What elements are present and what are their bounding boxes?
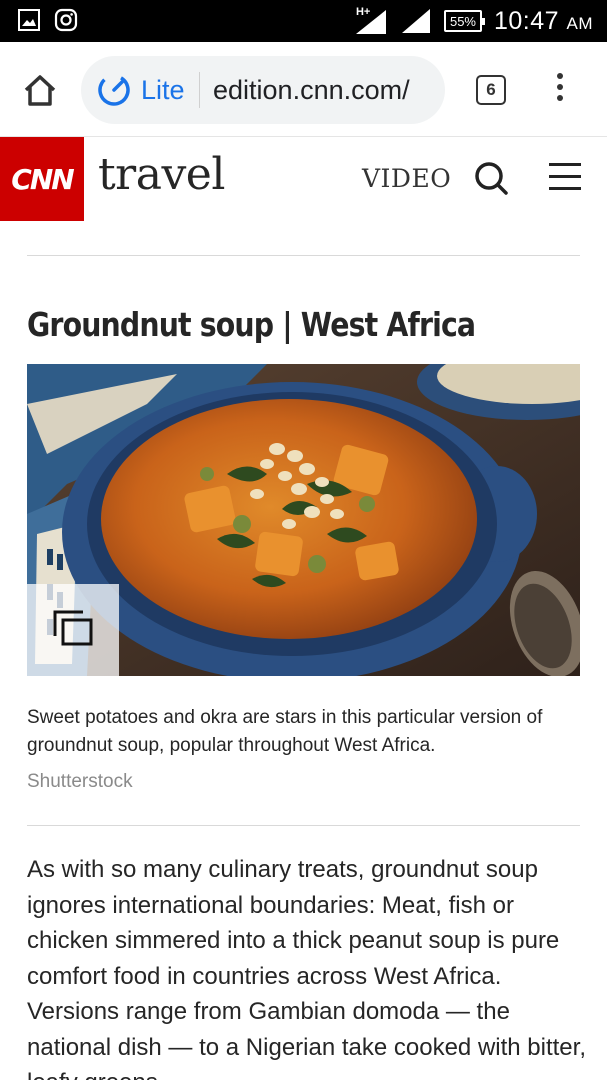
lite-mode-icon[interactable] [97,73,131,107]
video-link[interactable]: VIDEO [362,164,451,193]
home-icon[interactable] [20,70,60,110]
gallery-button[interactable] [27,584,119,676]
browser-toolbar: Lite edition.cnn.com/ 6 [0,42,607,137]
wifi-signal-icon [401,9,430,33]
hamburger-menu-icon[interactable] [549,163,581,193]
tab-count: 6 [486,80,496,99]
clock: 10:47 AM [494,7,593,36]
header-divider [27,255,580,256]
photo-gallery-icon [53,610,93,646]
clock-ampm: AM [566,13,593,33]
instagram-notification-icon [54,8,78,32]
site-header: CNN travel VIDEO [0,137,607,221]
cnn-logo-text: CNN [11,162,74,196]
lite-mode-label[interactable]: Lite [141,75,185,106]
battery-icon: 55% [443,10,485,32]
section-title[interactable]: travel [98,149,225,200]
address-bar-separator [199,72,200,108]
url-text[interactable]: edition.cnn.com/ [213,75,413,106]
search-icon[interactable] [472,159,512,199]
article-title: Groundnut soup | West Africa [27,305,476,344]
status-bar: H+ 55% 10:47 AM [0,0,607,42]
caption-divider [27,825,580,826]
address-bar[interactable]: Lite edition.cnn.com/ [81,56,445,124]
image-credit: Shutterstock [27,771,133,792]
article-body-paragraph: As with so many culinary treats, groundn… [27,856,586,1080]
mobile-signal-icon: H+ [354,6,388,36]
cnn-logo[interactable]: CNN [0,137,84,221]
tab-switcher-button[interactable]: 6 [476,75,506,105]
gallery-notification-icon [18,9,40,31]
hero-image[interactable] [27,364,580,676]
battery-level: 55% [449,13,476,29]
clock-time: 10:47 [493,6,560,35]
overflow-menu-icon[interactable] [552,73,568,107]
image-caption: Sweet potatoes and okra are stars in thi… [27,707,543,756]
